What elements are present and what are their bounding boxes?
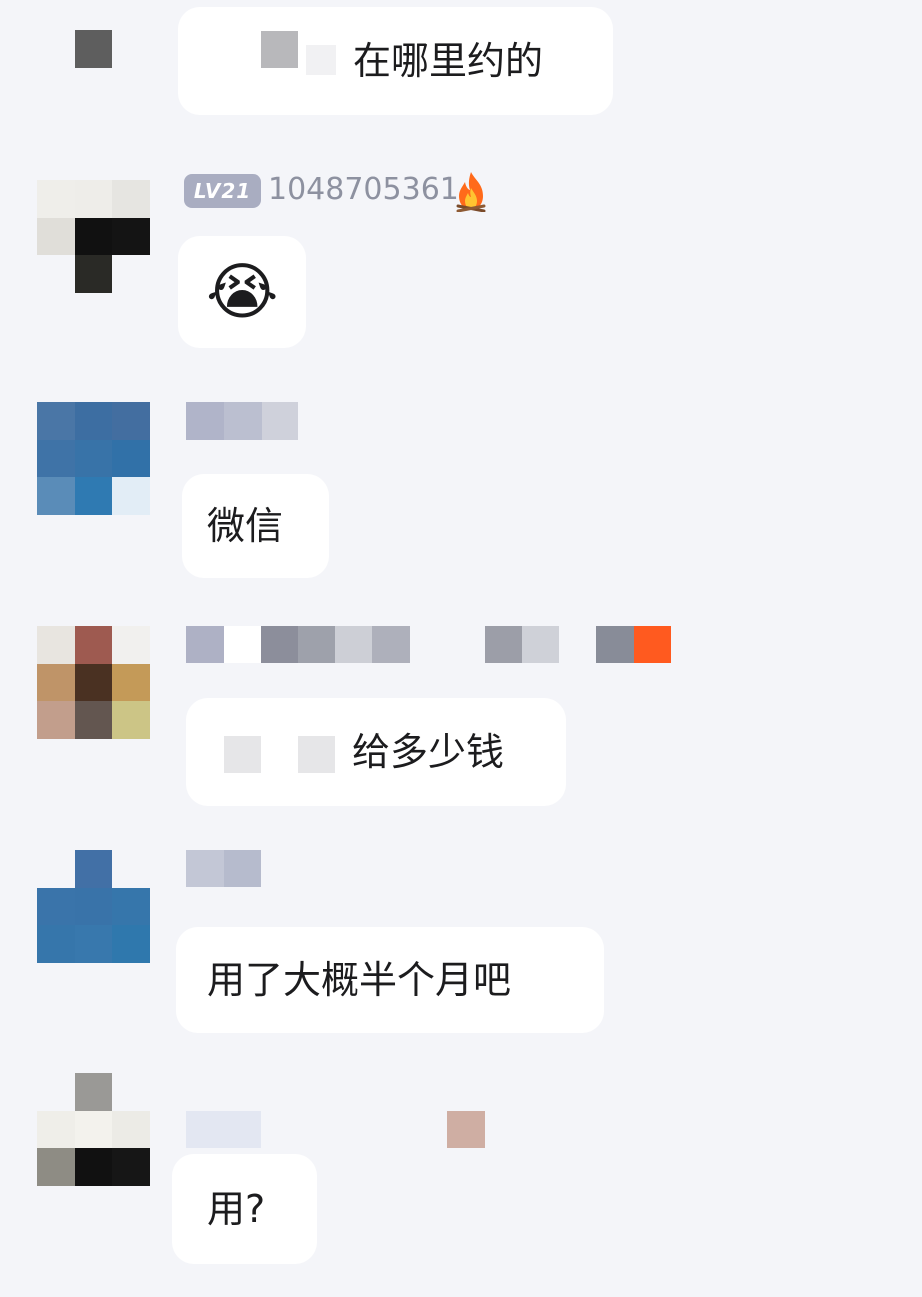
message-text: 用了大概半个月吧 [207,958,512,1002]
redacted-text [298,736,335,773]
message-bubble[interactable]: 给多少钱 [186,698,566,806]
redacted-nickname [522,626,559,663]
redacted-nickname [298,626,335,663]
message-bubble[interactable]: 在哪里约的 [178,7,613,115]
redacted-nickname [262,402,298,440]
avatar[interactable] [37,850,150,963]
message-text: 用? [207,1187,266,1231]
redacted-badge [634,626,671,663]
redacted-text [306,45,336,75]
fire-icon [456,172,486,212]
avatar[interactable] [37,0,149,68]
message-bubble[interactable]: 用? [172,1154,317,1264]
message-text: 给多少钱 [352,730,505,774]
message-bubble[interactable]: 😭 [178,236,306,348]
redacted-nickname [485,626,522,663]
message-bubble[interactable]: 微信 [182,474,329,578]
redacted-nickname [596,626,634,663]
avatar[interactable] [37,1073,150,1186]
avatar[interactable] [37,402,150,515]
redacted-nickname [186,850,224,887]
message-bubble[interactable]: 用了大概半个月吧 [176,927,604,1033]
redacted-nickname [261,626,298,663]
avatar[interactable] [37,626,150,739]
redacted-nickname [335,626,372,663]
redacted-text [261,31,298,68]
redacted-nickname [224,850,261,887]
redacted-nickname [186,402,224,440]
emoji: 😭 [206,255,279,328]
redacted-nickname [224,626,261,663]
redacted-nickname [186,626,224,663]
avatar[interactable] [37,180,150,293]
level-badge: LV21 [184,174,261,208]
redacted-nickname [372,626,410,663]
message-text: 微信 [207,504,284,548]
redacted-nickname [224,402,262,440]
message-text: 在哪里约的 [353,39,544,83]
redacted-text [224,736,261,773]
redacted-badge [447,1111,485,1148]
redacted-nickname [186,1111,261,1148]
username[interactable]: 1048705361 [268,172,459,207]
